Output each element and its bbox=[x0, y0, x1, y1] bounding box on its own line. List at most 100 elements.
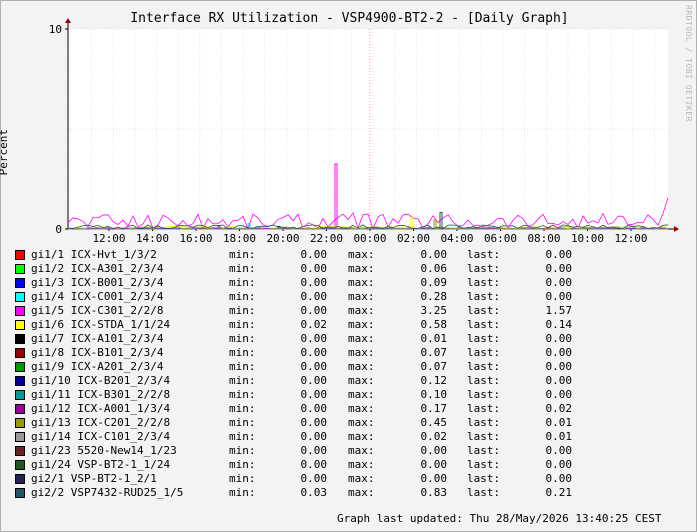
legend-max-label: max: bbox=[348, 430, 375, 443]
legend-swatch bbox=[15, 446, 25, 456]
legend-max-value: 0.45 bbox=[420, 416, 448, 429]
legend-min-label: min: bbox=[229, 304, 256, 317]
legend-series-name: gi1/10 ICX-B201_2/3/4 bbox=[31, 374, 171, 387]
legend-min-value: 0.00 bbox=[300, 402, 328, 415]
legend-max-value: 0.12 bbox=[420, 374, 448, 387]
legend-max-value: 0.00 bbox=[420, 458, 448, 471]
legend-series-name: gi1/13 ICX-C201_2/2/8 bbox=[31, 416, 171, 429]
legend-min-value: 0.00 bbox=[300, 290, 328, 303]
legend-last-value: 0.00 bbox=[545, 360, 573, 373]
legend-swatch bbox=[15, 334, 25, 344]
legend-last-value: 1.57 bbox=[545, 304, 573, 317]
legend-series-name: gi1/3 ICX-B001_2/3/4 bbox=[31, 276, 164, 289]
legend-swatch bbox=[15, 320, 25, 330]
legend-swatch bbox=[15, 292, 25, 302]
legend-min-value: 0.00 bbox=[300, 276, 328, 289]
legend-min-label: min: bbox=[229, 374, 256, 387]
legend-min-value: 0.03 bbox=[300, 486, 328, 499]
legend-min-value: 0.00 bbox=[300, 332, 328, 345]
x-tick-label: 20:00 bbox=[266, 232, 299, 245]
legend-max-label: max: bbox=[348, 472, 375, 485]
legend-max-label: max: bbox=[348, 374, 375, 387]
legend-max-value: 0.28 bbox=[420, 290, 448, 303]
legend-last-value: 0.00 bbox=[545, 388, 573, 401]
legend-min-value: 0.00 bbox=[300, 304, 328, 317]
legend-last-label: last: bbox=[467, 486, 501, 499]
legend-last-value: 0.01 bbox=[545, 416, 573, 429]
x-tick-label: 00:00 bbox=[353, 232, 386, 245]
legend-min-label: min: bbox=[229, 262, 256, 275]
legend-last-value: 0.00 bbox=[545, 248, 573, 261]
legend-min-value: 0.00 bbox=[300, 430, 328, 443]
legend-last-label: last: bbox=[467, 388, 501, 401]
legend-min-value: 0.00 bbox=[300, 374, 328, 387]
legend-series-name: gi1/5 ICX-C301_2/2/8 bbox=[31, 304, 164, 317]
legend-series-name: gi1/1 ICX-Hvt_1/3/2 bbox=[31, 248, 157, 261]
x-tick-label: 16:00 bbox=[179, 232, 212, 245]
legend-min-value: 0.00 bbox=[300, 262, 328, 275]
legend-min-value: 0.00 bbox=[300, 458, 328, 471]
legend-max-label: max: bbox=[348, 458, 375, 471]
legend-max-label: max: bbox=[348, 318, 375, 331]
legend-max-label: max: bbox=[348, 276, 375, 289]
legend-min-label: min: bbox=[229, 318, 256, 331]
legend-series-name: gi1/12 ICX-A001_1/3/4 bbox=[31, 402, 171, 415]
legend-series-name: gi1/4 ICX-C001_2/3/4 bbox=[31, 290, 164, 303]
x-tick-label: 04:00 bbox=[440, 232, 473, 245]
legend-last-value: 0.00 bbox=[545, 374, 573, 387]
legend-series-name: gi1/11 ICX-B301_2/2/8 bbox=[31, 388, 171, 401]
legend-series-name: gi1/2 ICX-A301_2/3/4 bbox=[31, 262, 164, 275]
legend-swatch bbox=[15, 460, 25, 470]
legend-max-label: max: bbox=[348, 360, 375, 373]
legend-last-value: 0.02 bbox=[545, 402, 573, 415]
legend-min-label: min: bbox=[229, 276, 256, 289]
legend-swatch bbox=[15, 306, 25, 316]
legend-max-value: 0.02 bbox=[420, 430, 448, 443]
legend-swatch bbox=[15, 474, 25, 484]
legend-swatch bbox=[15, 348, 25, 358]
legend-last-label: last: bbox=[467, 472, 501, 485]
legend-last-label: last: bbox=[467, 416, 501, 429]
legend-max-value: 0.00 bbox=[420, 444, 448, 457]
legend-last-label: last: bbox=[467, 318, 501, 331]
legend-swatch bbox=[15, 390, 25, 400]
legend-max-label: max: bbox=[348, 416, 375, 429]
legend-max-label: max: bbox=[348, 444, 375, 457]
legend-min-label: min: bbox=[229, 444, 256, 457]
legend-series-name: gi1/14 ICX-C101_2/3/4 bbox=[31, 430, 171, 443]
legend-series-name: gi1/7 ICX-A101_2/3/4 bbox=[31, 332, 164, 345]
legend-last-label: last: bbox=[467, 346, 501, 359]
legend-max-value: 0.17 bbox=[420, 402, 448, 415]
legend-min-label: min: bbox=[229, 346, 256, 359]
legend-last-value: 0.00 bbox=[545, 472, 573, 485]
legend-min-value: 0.00 bbox=[300, 388, 328, 401]
legend-last-label: last: bbox=[467, 458, 501, 471]
legend-min-label: min: bbox=[229, 388, 256, 401]
legend-min-label: min: bbox=[229, 290, 256, 303]
last-updated-text: Graph last updated: Thu 28/May/2026 13:4… bbox=[337, 512, 662, 525]
legend-last-value: 0.00 bbox=[545, 444, 573, 457]
legend-min-label: min: bbox=[229, 402, 256, 415]
legend-last-label: last: bbox=[467, 360, 501, 373]
legend-last-value: 0.21 bbox=[545, 486, 573, 499]
legend-max-value: 0.07 bbox=[420, 346, 448, 359]
legend-swatch bbox=[15, 488, 25, 498]
x-tick-label: 18:00 bbox=[223, 232, 256, 245]
legend-swatch bbox=[15, 250, 25, 260]
legend-series-name: gi1/23 5520-New14_1/23 bbox=[31, 444, 177, 457]
x-tick-label: 12:00 bbox=[92, 232, 125, 245]
legend-min-label: min: bbox=[229, 248, 256, 261]
legend-max-label: max: bbox=[348, 248, 375, 261]
x-tick-label: 12:00 bbox=[614, 232, 647, 245]
legend-max-label: max: bbox=[348, 262, 375, 275]
legend-swatch bbox=[15, 278, 25, 288]
legend-max-value: 0.06 bbox=[420, 262, 448, 275]
legend-max-value: 0.58 bbox=[420, 318, 448, 331]
legend-max-label: max: bbox=[348, 486, 375, 499]
legend-last-value: 0.00 bbox=[545, 332, 573, 345]
legend-series-name: gi1/24 VSP-BT2-1_1/24 bbox=[31, 458, 171, 471]
legend-last-label: last: bbox=[467, 332, 501, 345]
legend-max-value: 3.25 bbox=[420, 304, 448, 317]
y-axis-arrow bbox=[65, 18, 71, 23]
legend-min-label: min: bbox=[229, 430, 256, 443]
